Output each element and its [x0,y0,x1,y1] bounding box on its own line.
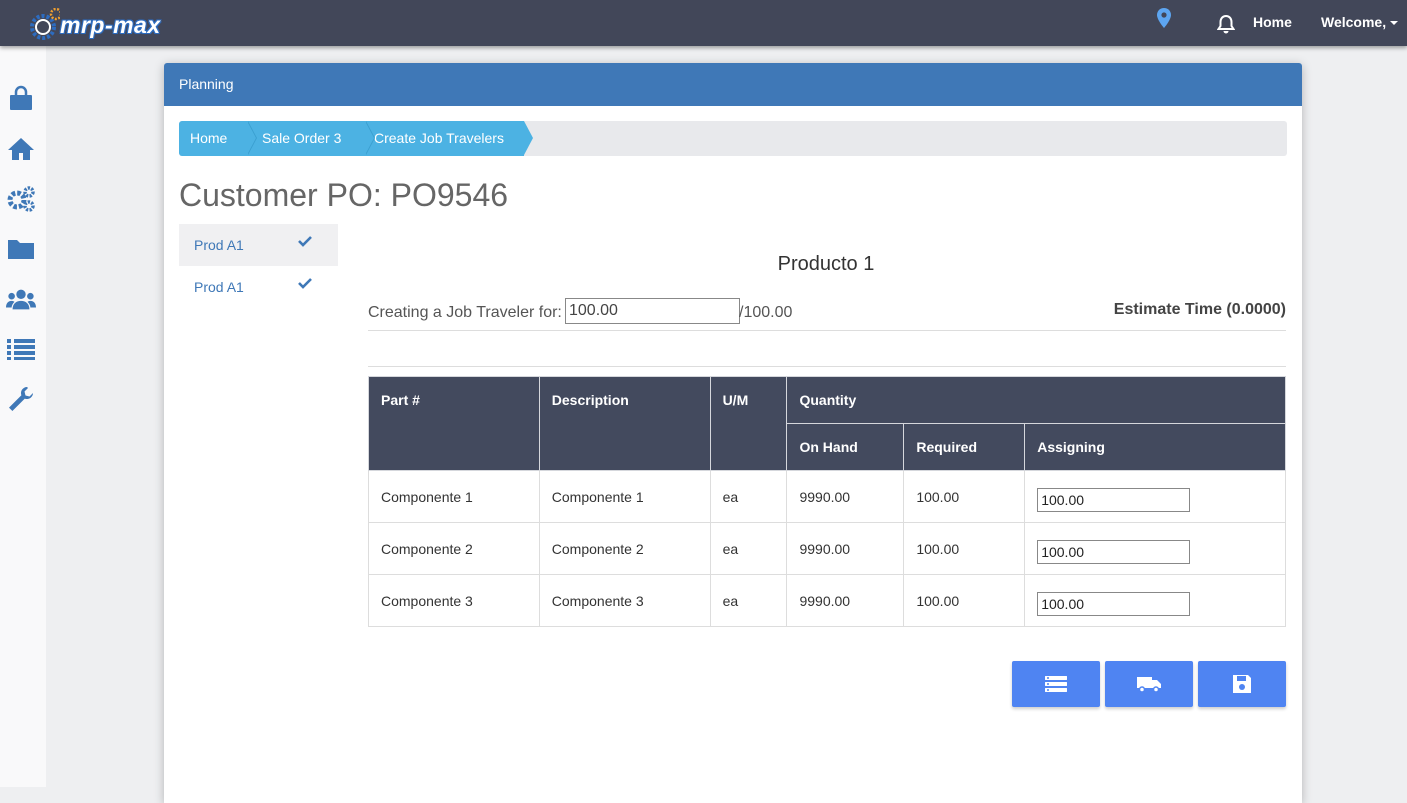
col-header-on-hand[interactable]: On Hand [786,423,905,471]
home-icon[interactable] [6,134,36,164]
gear-logo-icon [30,8,60,40]
product-list-item[interactable]: Prod A1 [179,266,338,308]
page-title: Customer PO: PO9546 [179,177,509,213]
truck-icon [1137,677,1161,693]
job-traveler-quantity-row: Creating a Job Traveler for: /100.00 Est… [368,298,1286,331]
table-row: Componente 3 Componente 3 ea 9990.00 100… [368,574,1286,627]
welcome-menu[interactable]: Welcome, [1321,14,1386,30]
product-label: Prod A1 [194,279,244,295]
estimate-time: Estimate Time (0.0000) [1113,301,1286,318]
wrench-icon[interactable] [6,384,36,414]
list-icon [1045,676,1067,692]
table-row: Componente 1 Componente 1 ea 9990.00 100… [368,470,1286,523]
components-table: Part # Description U/M Quantity On Hand … [368,376,1286,627]
top-home-link[interactable]: Home [1253,14,1292,30]
map-pin-icon[interactable] [1155,7,1173,29]
job-traveler-quantity-input[interactable] [565,298,740,324]
creating-label: Creating a Job Traveler for: [368,304,562,321]
col-header-description[interactable]: Description [538,376,711,471]
col-header-required[interactable]: Required [903,423,1026,471]
cell-um: ea [709,522,788,575]
logo-text: mrp-max [60,12,161,38]
cell-part: Componente 3 [368,574,540,627]
top-navbar: mrp-max Home Welcome, [0,0,1407,46]
check-icon [298,236,312,247]
cell-assigning [1024,574,1286,627]
col-header-quantity: Quantity [786,376,1286,424]
panel-header: Planning [164,63,1302,106]
gears-icon[interactable] [6,184,36,214]
divider [368,366,1286,367]
col-header-um[interactable]: U/M [709,376,788,471]
cell-um: ea [709,470,788,523]
cell-assigning [1024,470,1286,523]
table-row: Componente 2 Componente 2 ea 9990.00 100… [368,522,1286,575]
cell-assigning [1024,522,1286,575]
product-list-item[interactable]: Prod A1 [179,224,338,266]
assigning-input[interactable] [1037,487,1191,512]
chevron-down-icon[interactable] [1390,21,1398,25]
save-icon [1233,675,1251,693]
assigning-input[interactable] [1037,539,1191,564]
check-icon [298,278,312,289]
cell-description: Componente 1 [538,470,711,523]
users-icon[interactable] [6,284,36,314]
cell-required: 100.00 [903,470,1026,523]
cell-required: 100.00 [903,522,1026,575]
job-traveler-total: /100.00 [739,304,793,321]
ship-button[interactable] [1105,661,1193,707]
col-header-assigning[interactable]: Assigning [1024,423,1286,471]
list-icon[interactable] [6,334,36,364]
product-title: Producto 1 [777,253,875,275]
cell-description: Componente 2 [538,522,711,575]
cell-required: 100.00 [903,574,1026,627]
list-button[interactable] [1012,661,1100,707]
cell-on-hand: 9990.00 [786,470,905,523]
breadcrumb-home-label: Home [190,130,228,146]
cell-on-hand: 9990.00 [786,522,905,575]
assigning-input[interactable] [1037,591,1191,616]
cell-on-hand: 9990.00 [786,574,905,627]
folder-icon[interactable] [6,234,36,264]
breadcrumb-create-label: Create Job Travelers [374,130,504,146]
app-logo[interactable]: mrp-max [26,2,186,44]
cell-description: Componente 3 [538,574,711,627]
cell-um: ea [709,574,788,627]
shopping-bag-icon[interactable] [6,84,36,114]
breadcrumb: Home Sale Order 3 Create Job Travelers [179,121,1287,156]
breadcrumb-sale-order-label: Sale Order 3 [262,130,342,146]
cell-part: Componente 1 [368,470,540,523]
save-button[interactable] [1198,661,1286,707]
product-label: Prod A1 [194,237,244,253]
planning-panel: Planning Home Sale Order 3 Create Job Tr… [164,63,1302,803]
sidebar [0,46,46,787]
cell-part: Componente 2 [368,522,540,575]
col-header-part[interactable]: Part # [368,376,540,471]
bell-icon[interactable] [1217,14,1235,34]
product-list: Prod A1 Prod A1 [179,224,338,308]
